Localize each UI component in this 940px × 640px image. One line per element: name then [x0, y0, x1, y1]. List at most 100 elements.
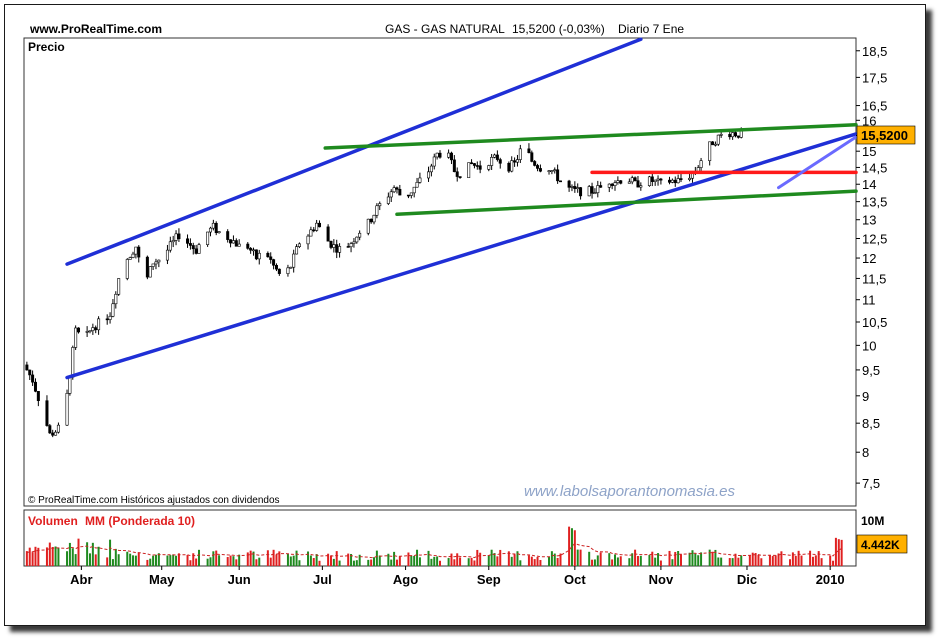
volume-bar	[832, 560, 835, 566]
x-tick-label: Abr	[70, 572, 92, 587]
site-link[interactable]: www.ProRealTime.com	[30, 22, 162, 36]
x-tick-label: May	[149, 572, 175, 587]
y-tick-label: 15	[862, 144, 876, 159]
candle-body	[699, 160, 703, 168]
volume-bar	[794, 555, 797, 566]
candle-body	[249, 248, 253, 251]
volume-bar	[427, 550, 430, 566]
volume-bar	[106, 557, 109, 566]
y-tick-label: 18,5	[862, 44, 887, 59]
candle-body	[188, 243, 192, 246]
volume-bar	[840, 539, 843, 566]
candle-body	[277, 268, 281, 274]
volume-ma-label: MM (Ponderada 10)	[85, 514, 195, 528]
y-tick-label: 17,5	[862, 70, 887, 85]
candle-body	[452, 159, 456, 173]
volume-bar	[355, 560, 358, 566]
candle-body	[536, 165, 540, 169]
candle-body	[269, 256, 273, 260]
volume-bar	[215, 550, 218, 566]
candle-body	[547, 170, 551, 172]
volume-bar	[657, 553, 660, 566]
candle-body	[487, 165, 491, 170]
volume-bar	[774, 555, 777, 566]
volume-bar	[51, 546, 54, 566]
candle-body	[458, 176, 462, 179]
candle-body	[616, 180, 620, 183]
candle-body	[467, 162, 471, 179]
watermark: www.labolsaporantonomasia.es	[524, 483, 735, 500]
volume-bar	[740, 555, 743, 566]
candle-body	[418, 177, 422, 183]
candle-body	[292, 253, 296, 268]
volume-bar	[760, 558, 763, 566]
candle-body	[105, 318, 109, 321]
last-price-value: 15,5200	[861, 128, 908, 143]
volume-bar	[619, 556, 622, 566]
candle-body	[286, 267, 290, 274]
volume-bar	[768, 554, 771, 566]
volume-bar	[596, 555, 599, 566]
volume-bar	[608, 553, 611, 566]
volume-bar	[688, 552, 691, 566]
volume-bar	[628, 558, 631, 566]
volume-bar	[556, 557, 559, 566]
candle-body	[45, 400, 49, 426]
volume-bar	[430, 558, 433, 566]
volume-bar	[527, 555, 530, 566]
volume-bar	[393, 551, 396, 566]
candle-body	[77, 327, 81, 333]
candle-body	[679, 178, 683, 180]
volume-bar	[611, 559, 614, 566]
volume-bar	[390, 559, 393, 566]
candle-body	[28, 369, 32, 376]
volume-bar	[48, 542, 51, 566]
volume-bar	[720, 557, 723, 566]
volume-bar	[588, 551, 591, 566]
candle-body	[154, 261, 158, 265]
candle-body	[369, 218, 373, 223]
candle-body	[309, 229, 313, 237]
candle-body	[332, 244, 336, 248]
volume-label: Volumen	[28, 514, 78, 528]
candle-body	[576, 187, 580, 190]
volume-bar	[708, 549, 711, 566]
candle-body	[409, 192, 413, 196]
candle-body	[355, 236, 359, 243]
volume-bar	[407, 552, 410, 566]
volume-bar	[57, 547, 60, 566]
volume-bar	[117, 554, 120, 566]
candle-body	[252, 249, 256, 252]
volume-bar	[169, 555, 172, 566]
y-tick-label: 8	[862, 445, 869, 460]
candle-body	[186, 238, 190, 244]
volume-bar	[375, 550, 378, 566]
price-panel-label: Precio	[28, 40, 65, 54]
volume-bar	[510, 556, 513, 566]
candle-body	[174, 233, 178, 241]
candle-body	[68, 376, 72, 394]
volume-bar	[34, 546, 37, 566]
x-axis: Abr May Jun Jul Ago Sep Oct Nov Dic 2010	[70, 566, 845, 587]
volume-bar	[195, 558, 198, 566]
x-tick-label: Jun	[228, 572, 251, 587]
candle-body	[619, 180, 623, 184]
volume-bar	[659, 560, 662, 566]
y-tick-label: 13	[862, 213, 876, 228]
volume-bar	[235, 559, 238, 566]
volume-bar	[668, 550, 671, 566]
volume-bar	[591, 559, 594, 566]
volume-bar	[616, 557, 619, 566]
volume-bar	[88, 553, 91, 566]
volume-bar	[373, 557, 376, 566]
candle-body	[550, 170, 554, 172]
x-tick-label: Sep	[477, 572, 501, 587]
candle-body	[366, 218, 370, 234]
candle-body	[630, 177, 634, 183]
volume-bar	[450, 553, 453, 566]
volume-bar	[456, 553, 459, 566]
candle-body	[734, 132, 738, 137]
candle-body	[719, 134, 723, 136]
candle-body	[639, 185, 643, 188]
volume-bar	[599, 552, 602, 566]
